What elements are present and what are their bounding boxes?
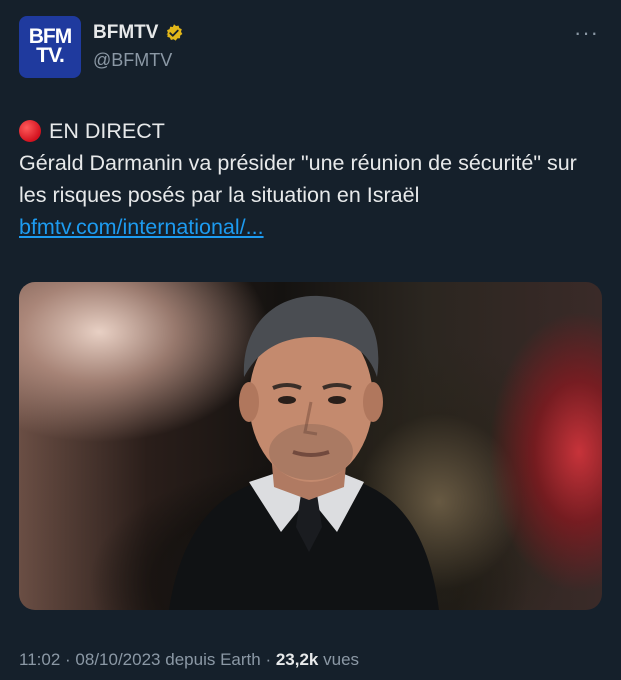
article-link[interactable]: bfmtv.com/international/...: [19, 215, 264, 239]
display-name-row[interactable]: BFMTV: [93, 22, 184, 44]
tweet-body: Gérald Darmanin va présider "une réunion…: [19, 151, 577, 207]
views-label: vues: [323, 650, 360, 669]
tweet-source: depuis Earth: [165, 650, 261, 669]
tweet-text: EN DIRECT Gérald Darmanin va présider "u…: [19, 115, 601, 243]
meta-separator: ·: [65, 650, 71, 669]
live-line: EN DIRECT: [19, 115, 601, 147]
meta-separator: ·: [265, 650, 272, 669]
display-name[interactable]: BFMTV: [93, 22, 158, 44]
portrait-illustration: [169, 295, 439, 610]
avatar[interactable]: BFM TV.: [19, 16, 81, 78]
live-label: EN DIRECT: [49, 119, 165, 143]
verified-icon[interactable]: [164, 23, 184, 43]
red-circle-icon: [19, 120, 41, 142]
tweet-time[interactable]: 11:02: [19, 650, 60, 669]
handle[interactable]: @BFMTV: [93, 50, 184, 71]
tweet-date[interactable]: 08/10/2023: [75, 650, 160, 669]
tweet-meta: 11:02 · 08/10/2023 depuis Earth · 23,2k …: [19, 650, 359, 670]
views-count[interactable]: 23,2k: [276, 650, 319, 669]
more-options-icon[interactable]: ···: [574, 20, 599, 46]
avatar-text-line2: TV.: [36, 44, 65, 67]
tweet-photo[interactable]: [19, 282, 602, 610]
author-names: BFMTV @BFMTV: [93, 22, 184, 71]
tweet-header: BFM TV. BFMTV @BFMTV ···: [19, 16, 605, 80]
